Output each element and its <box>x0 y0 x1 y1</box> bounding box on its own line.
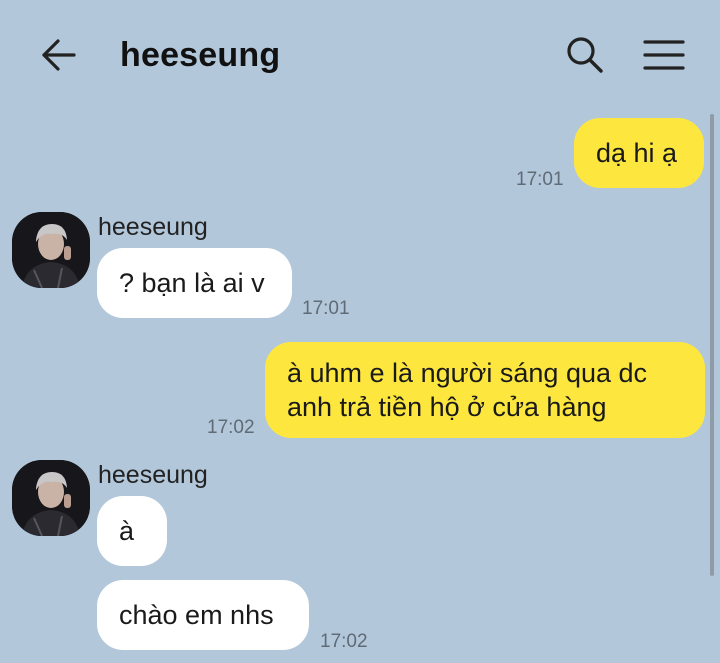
search-icon <box>567 37 603 73</box>
message-time: 17:02 <box>320 631 368 652</box>
their-message-bubble[interactable]: ? bạn là ai v <box>97 248 292 318</box>
message-time: 17:01 <box>516 169 564 190</box>
avatar[interactable] <box>12 212 90 288</box>
avatar[interactable] <box>12 460 90 536</box>
sender-name: heeseung <box>98 461 208 489</box>
message-text: dạ hi ạ <box>596 138 678 168</box>
their-message-bubble[interactable]: à <box>97 496 167 566</box>
chat-header: heeseung <box>0 0 720 110</box>
arrow-left-icon <box>42 39 76 71</box>
profile-photo-icon <box>12 212 90 288</box>
message-text: à <box>119 516 135 546</box>
my-message-bubble[interactable]: dạ hi ạ <box>574 118 704 188</box>
back-button[interactable] <box>36 33 80 77</box>
sender-name: heeseung <box>98 213 208 241</box>
message-time: 17:01 <box>302 298 350 319</box>
message-text: ? bạn là ai v <box>119 268 265 298</box>
profile-photo-icon <box>12 460 90 536</box>
their-message-bubble[interactable]: chào em nhs <box>97 580 309 650</box>
menu-button[interactable] <box>638 32 690 78</box>
message-time: 17:02 <box>207 417 255 438</box>
my-message-bubble[interactable]: à uhm e là người sáng qua dc anh trả tiề… <box>265 342 705 438</box>
message-text-line: anh trả tiền hộ ở cửa hàng <box>287 392 607 422</box>
message-text: chào em nhs <box>119 600 274 630</box>
chat-screen: heeseung 17:01 dạ hi ạ heeseung ? bạn là… <box>0 0 720 663</box>
search-button[interactable] <box>562 32 608 78</box>
hamburger-menu-icon <box>643 40 685 70</box>
message-text-line: à uhm e là người sáng qua dc <box>287 358 648 388</box>
scrollbar[interactable] <box>710 114 714 576</box>
chat-title: heeseung <box>120 36 281 74</box>
